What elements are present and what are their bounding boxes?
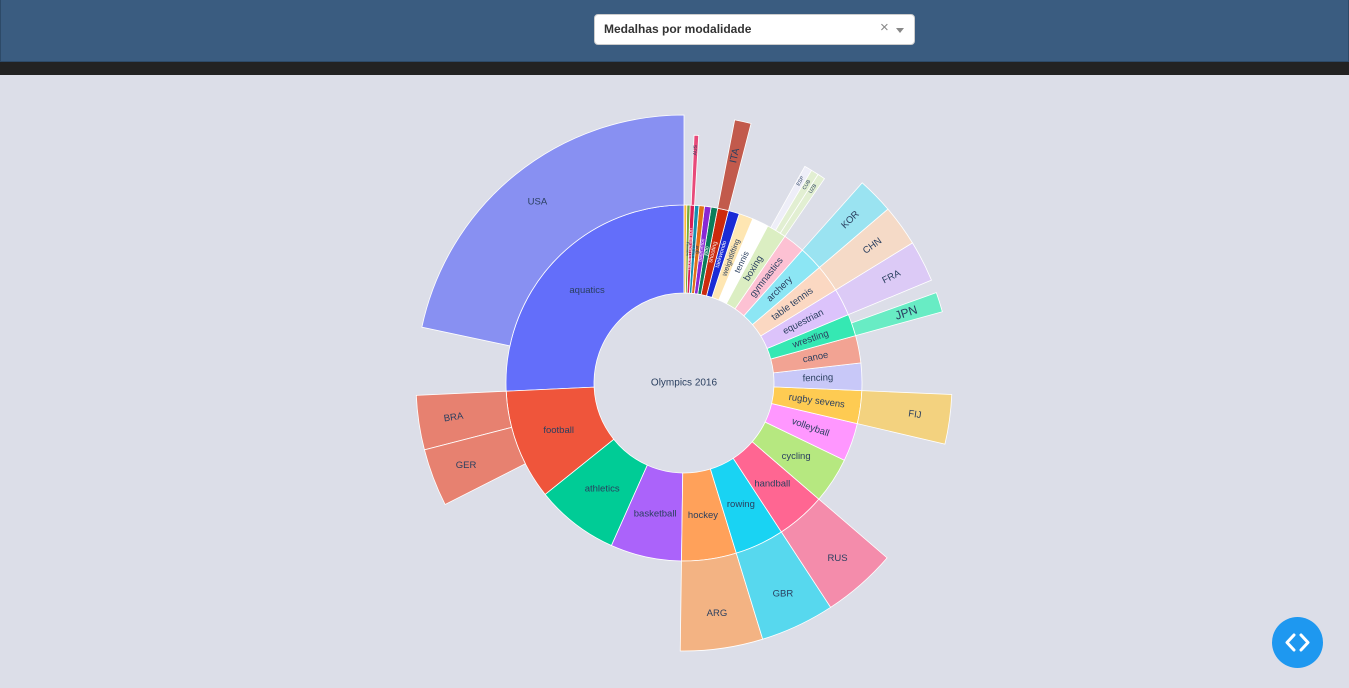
sport-label: aquatics (569, 285, 605, 296)
country-label: GBR (773, 588, 794, 599)
sport-label: basketball (634, 508, 677, 519)
country-label: JPN (893, 303, 919, 323)
country-label: AUS (692, 144, 699, 155)
country-label: RUS (828, 553, 848, 564)
select-value: Medalhas por modalidade (604, 22, 752, 36)
sport-label: rowing (727, 499, 755, 510)
country-segment[interactable] (774, 169, 819, 234)
chart-select-dropdown[interactable]: Medalhas por modalidade × (594, 14, 915, 45)
country-label: GER (456, 460, 477, 471)
sport-label: fencing (802, 372, 833, 384)
code-icon (1285, 633, 1310, 652)
country-segment[interactable] (856, 390, 953, 445)
sport-label: athletics (585, 484, 620, 495)
root-label: Olympics 2016 (651, 378, 718, 389)
country-label: ARG (707, 608, 728, 619)
sport-label: football (543, 425, 574, 436)
divider-strip (0, 62, 1349, 75)
chevron-down-icon[interactable] (896, 28, 904, 33)
code-toggle-button[interactable] (1272, 617, 1323, 668)
sport-label: cycling (782, 451, 811, 462)
sport-label: hockey (688, 510, 718, 521)
sunburst-chart: Olympics 2016aquaticsUSAfootballBRAGERat… (415, 114, 953, 652)
country-segment[interactable] (717, 119, 752, 212)
country-label: FIJ (908, 408, 923, 421)
clear-icon[interactable]: × (880, 19, 889, 36)
country-label: USA (528, 196, 548, 207)
top-bar: Medalhas por modalidade × (0, 0, 1349, 62)
sport-label: handball (754, 478, 790, 489)
